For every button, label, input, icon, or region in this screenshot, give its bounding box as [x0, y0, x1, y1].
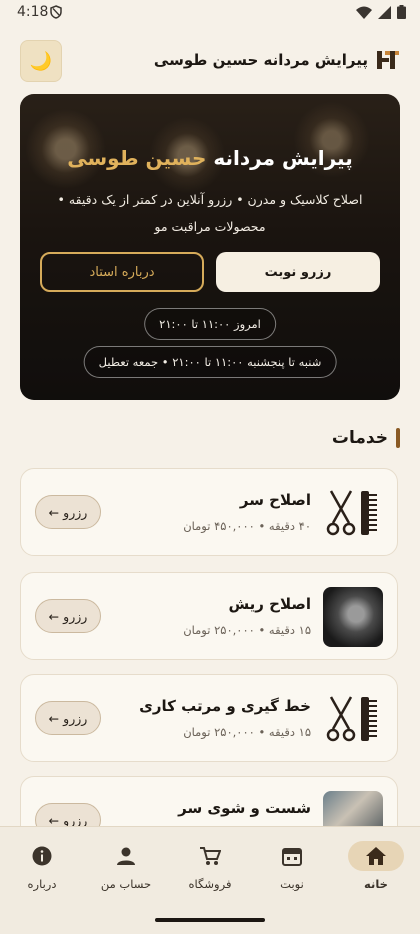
nav-label: حساب من [100, 877, 152, 891]
nav-label: فروشگاه [188, 877, 232, 891]
calendar-icon [264, 841, 320, 871]
book-label: رزرو [63, 710, 88, 726]
arrow-left-icon: ← [48, 710, 60, 726]
hero-banner: پیرایش مردانه حسین طوسی اصلاح کلاسیک و م… [20, 94, 400, 400]
moon-icon: 🌙 [29, 50, 53, 72]
person-icon [98, 841, 154, 871]
book-service-button[interactable]: ← رزرو [35, 701, 101, 735]
signal-icon [378, 5, 391, 19]
services-heading: خدمات [332, 428, 400, 448]
nav-shop[interactable]: فروشگاه [168, 841, 252, 897]
book-service-button[interactable]: ← رزرو [35, 495, 101, 529]
services-title: خدمات [331, 428, 388, 448]
hours-today-badge: امروز ۱۱:۰۰ تا ۲۱:۰۰ [144, 308, 276, 340]
home-indicator [155, 918, 265, 922]
arrow-left-icon: ← [48, 504, 60, 520]
brand-name: پیرایش مردانه حسین طوسی [153, 51, 368, 69]
book-appointment-button[interactable]: رزرو نوبت [216, 252, 380, 292]
scissors-comb-icon [323, 689, 383, 749]
beard-photo [323, 587, 383, 647]
hero-title-accent: حسین طوسی [67, 146, 207, 170]
book-service-button[interactable]: ← رزرو [35, 599, 101, 633]
nav-label: درباره [27, 877, 57, 891]
service-title: اصلاح سر [239, 491, 311, 509]
brand: پیرایش مردانه حسین طوسی [154, 48, 400, 72]
service-title: خط گیری و مرتب کاری [139, 697, 311, 715]
service-card-beard[interactable]: اصلاح ریش ۱۵ دقیقه • ۲۵۰,۰۰۰ تومان ← رزر… [20, 572, 398, 660]
service-meta: ۱۵ دقیقه • ۲۵۰,۰۰۰ تومان [183, 725, 311, 739]
battery-icon [397, 5, 406, 19]
cart-icon [182, 841, 238, 871]
hero-title-main: پیرایش مردانه [206, 146, 353, 170]
heading-accent-bar [396, 428, 400, 448]
service-title: شست و شوی سر [178, 799, 311, 817]
book-label: رزرو [63, 608, 88, 624]
nav-label: خانه [364, 877, 388, 891]
app-header: 🌙 پیرایش مردانه حسین طوسی [20, 40, 400, 82]
service-meta: ۴۰ دقیقه • ۴۵۰,۰۰۰ تومان [183, 519, 311, 533]
nav-home[interactable]: خانه [334, 841, 418, 897]
service-title: اصلاح ریش [228, 595, 311, 613]
logo-icon [377, 51, 399, 69]
wifi-icon [356, 6, 372, 19]
home-icon [348, 841, 404, 871]
service-card-haircut[interactable]: اصلاح سر ۴۰ دقیقه • ۴۵۰,۰۰۰ تومان ← رزرو [20, 468, 398, 556]
hours-week-badge: شنبه تا پنجشنبه ۱۱:۰۰ تا ۲۱:۰۰ • جمعه تع… [83, 346, 337, 378]
status-time: 4:18 [17, 4, 49, 20]
hero-title: پیرایش مردانه حسین طوسی [20, 146, 400, 170]
shield-icon [50, 5, 62, 19]
scissors-comb-icon [323, 483, 383, 543]
nav-account[interactable]: حساب من [84, 841, 168, 897]
hero-description: اصلاح کلاسیک و مدرن • رزرو آنلاین در کمت… [57, 192, 363, 234]
service-meta: ۱۵ دقیقه • ۲۵۰,۰۰۰ تومان [183, 623, 311, 637]
nav-about[interactable]: درباره [0, 841, 84, 897]
arrow-left-icon: ← [48, 608, 60, 624]
about-master-button[interactable]: درباره استاد [40, 252, 204, 292]
status-bar: 4:18 [0, 0, 420, 26]
service-card-lineup[interactable]: خط گیری و مرتب کاری ۱۵ دقیقه • ۲۵۰,۰۰۰ ت… [20, 674, 398, 762]
book-label: رزرو [63, 504, 88, 520]
info-icon [14, 841, 70, 871]
nav-label: نوبت [280, 877, 304, 891]
theme-toggle-button[interactable]: 🌙 [20, 40, 62, 82]
nav-appointments[interactable]: نوبت [250, 841, 334, 897]
